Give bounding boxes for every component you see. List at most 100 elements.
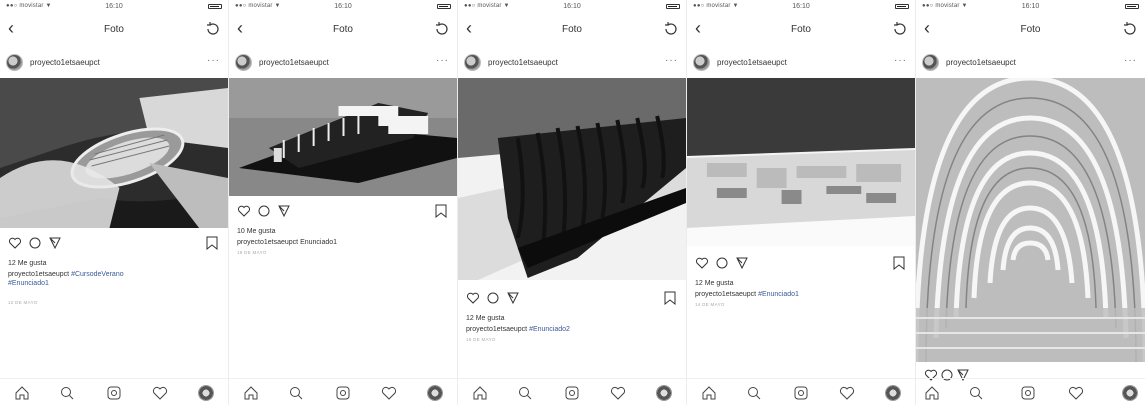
home-icon[interactable]: [701, 385, 717, 401]
avatar-icon[interactable]: [198, 385, 214, 401]
heart-icon[interactable]: [1068, 385, 1084, 401]
comment-icon[interactable]: [28, 236, 42, 250]
post-header: proyecto1etsaeupct ···: [229, 52, 457, 74]
post-username[interactable]: proyecto1etsaeupct: [717, 58, 787, 67]
heart-icon[interactable]: [839, 385, 855, 401]
avatar[interactable]: [6, 54, 23, 71]
avatar-icon[interactable]: [885, 385, 901, 401]
tab-bar: [916, 378, 1145, 405]
status-bar: ●●○ movistar ▼ 16:10: [229, 0, 457, 14]
more-options-button[interactable]: ···: [665, 55, 678, 66]
hashtag-link[interactable]: #Enunciado2: [529, 326, 570, 333]
avatar-icon[interactable]: [427, 385, 443, 401]
search-icon[interactable]: [746, 385, 762, 401]
avatar[interactable]: [922, 54, 939, 71]
post-photo[interactable]: [0, 78, 228, 228]
phone-screen-5: ●●○ movistar ▼ 16:10 ‹ Foto proyecto1ets…: [916, 0, 1145, 405]
home-icon[interactable]: [14, 385, 30, 401]
refresh-icon[interactable]: [891, 20, 909, 38]
status-time: 16:10: [334, 3, 352, 10]
hashtag-link[interactable]: #CursodeVerano: [71, 271, 124, 278]
camera-icon[interactable]: [564, 385, 580, 401]
home-icon[interactable]: [924, 385, 940, 401]
avatar-icon[interactable]: [656, 385, 672, 401]
likes-count[interactable]: 10 Me gusta: [237, 228, 276, 235]
bookmark-icon[interactable]: [206, 236, 218, 250]
caption-username[interactable]: proyecto1etsaeupct: [8, 271, 69, 278]
refresh-icon[interactable]: [204, 20, 222, 38]
post-username[interactable]: proyecto1etsaeupct: [946, 58, 1016, 67]
post-actions: [229, 204, 457, 222]
post-date: 16 DE MAYO: [466, 337, 496, 342]
avatar-icon[interactable]: [1122, 385, 1138, 401]
search-icon[interactable]: [59, 385, 75, 401]
heart-icon[interactable]: [237, 204, 251, 218]
heart-icon[interactable]: [610, 385, 626, 401]
post-actions: [0, 236, 228, 254]
nav-bar: ‹ Foto: [0, 16, 228, 42]
post-username[interactable]: proyecto1etsaeupct: [488, 58, 558, 67]
send-icon[interactable]: [48, 236, 62, 250]
comment-icon[interactable]: [257, 204, 271, 218]
bookmark-icon[interactable]: [435, 204, 447, 218]
bookmark-icon[interactable]: [664, 291, 676, 305]
hashtag-link[interactable]: #Enunciado1: [8, 279, 220, 288]
camera-icon[interactable]: [106, 385, 122, 401]
heart-icon[interactable]: [695, 256, 709, 270]
comment-icon[interactable]: [715, 256, 729, 270]
send-icon[interactable]: [277, 204, 291, 218]
post-photo[interactable]: [458, 78, 686, 280]
search-icon[interactable]: [517, 385, 533, 401]
likes-count[interactable]: 12 Me gusta: [8, 260, 47, 267]
nav-bar: ‹ Foto: [229, 16, 457, 42]
search-icon[interactable]: [288, 385, 304, 401]
search-icon[interactable]: [968, 385, 984, 401]
hashtag-link[interactable]: #Enunciado1: [758, 291, 799, 298]
camera-icon[interactable]: [335, 385, 351, 401]
likes-count[interactable]: 12 Me gusta: [466, 315, 505, 322]
caption-username[interactable]: proyecto1etsaeupct: [237, 239, 298, 246]
refresh-icon[interactable]: [1121, 20, 1139, 38]
heart-icon[interactable]: [152, 385, 168, 401]
nav-title: Foto: [790, 24, 811, 35]
camera-icon[interactable]: [1020, 385, 1036, 401]
send-icon[interactable]: [735, 256, 749, 270]
post-photo[interactable]: [687, 78, 915, 246]
likes-count[interactable]: 12 Me gusta: [695, 280, 734, 287]
caption-username[interactable]: proyecto1etsaeupct: [695, 291, 756, 298]
post-caption: proyecto1etsaeupct #Enunciado2: [466, 325, 678, 334]
more-options-button[interactable]: ···: [207, 55, 220, 66]
post-actions: [458, 291, 686, 309]
post-username[interactable]: proyecto1etsaeupct: [259, 58, 329, 67]
refresh-icon[interactable]: [433, 20, 451, 38]
home-icon[interactable]: [472, 385, 488, 401]
post-date: 19 DE MAYO: [237, 250, 267, 255]
screenshot-strip: ●●○ movistar ▼ 16:10 ‹ Foto proyecto1ets…: [0, 0, 1145, 405]
nav-title: Foto: [561, 24, 582, 35]
more-options-button[interactable]: ···: [1124, 55, 1137, 66]
heart-icon[interactable]: [381, 385, 397, 401]
heart-icon[interactable]: [8, 236, 22, 250]
post-photo[interactable]: [229, 78, 457, 196]
caption-username[interactable]: proyecto1etsaeupct: [466, 326, 527, 333]
refresh-icon[interactable]: [662, 20, 680, 38]
more-options-button[interactable]: ···: [894, 55, 907, 66]
camera-icon[interactable]: [793, 385, 809, 401]
send-icon[interactable]: [506, 291, 520, 305]
comment-icon[interactable]: [486, 291, 500, 305]
heart-icon[interactable]: [466, 291, 480, 305]
post-photo[interactable]: [916, 78, 1145, 362]
avatar[interactable]: [464, 54, 481, 71]
post-username[interactable]: proyecto1etsaeupct: [30, 58, 100, 67]
post-header: proyecto1etsaeupct ···: [916, 52, 1145, 74]
nav-bar: ‹ Foto: [687, 16, 915, 42]
post-header: proyecto1etsaeupct ···: [0, 52, 228, 74]
post-caption: proyecto1etsaeupct #Enunciado1: [695, 290, 907, 299]
phone-screen-2: ●●○ movistar ▼ 16:10 ‹ Foto proyecto1ets…: [229, 0, 458, 405]
nav-bar: ‹ Foto: [916, 16, 1145, 42]
avatar[interactable]: [693, 54, 710, 71]
home-icon[interactable]: [243, 385, 259, 401]
bookmark-icon[interactable]: [893, 256, 905, 270]
avatar[interactable]: [235, 54, 252, 71]
more-options-button[interactable]: ···: [436, 55, 449, 66]
